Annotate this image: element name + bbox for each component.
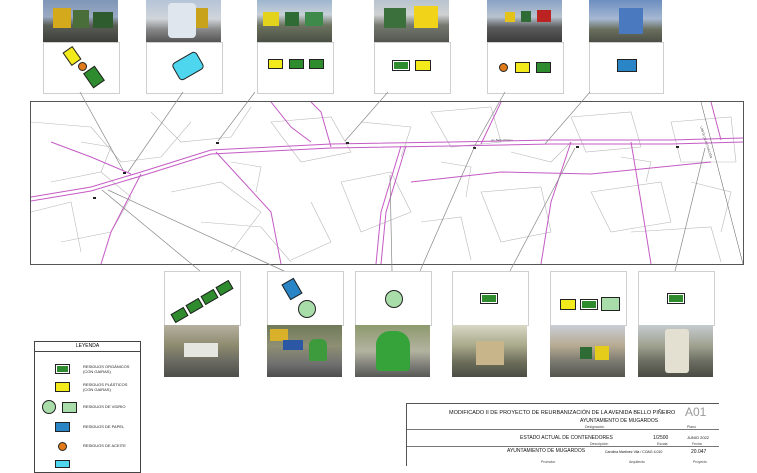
photo-bottom-6: [638, 325, 713, 377]
project-title: MODIFICADO II DE PROYECTO DE REURBANIZAC…: [449, 410, 676, 416]
legend-swatch-organic: [55, 364, 70, 374]
photo-bottom-1: [164, 325, 239, 377]
architect-label: Arquitecto: [629, 460, 645, 464]
legend-swatch-glass: [42, 400, 56, 414]
symbol-box-bottom-6: [638, 271, 715, 326]
project-label: Proyecto: [693, 460, 707, 464]
photo-bottom-3: [355, 325, 430, 377]
symbol-box-bottom-2: [267, 271, 344, 326]
legend-swatch-paper: [55, 422, 70, 432]
architect-value: Carolina Martínez Vila / COAG 4.010: [605, 450, 663, 454]
legend-title: LEYENDA: [35, 342, 140, 352]
scale-value: 1/2500: [653, 435, 669, 441]
legend-swatch-glass-box: [62, 402, 77, 413]
date-value: JUNIO 2022: [687, 435, 710, 440]
drawing-title: ESTADO ACTUAL DE CONTENEDORES: [520, 435, 613, 441]
title-block: MODIFICADO II DE PROYECTO DE REURBANIZAC…: [406, 403, 719, 466]
legend-label-oil: RESIDUOS DE ACEITE: [83, 443, 126, 448]
project-number: 20.047: [691, 449, 707, 455]
legend-swatch-plastic: [55, 382, 70, 392]
legend-label-glass: RESIDUOS DE VIDRIO: [83, 404, 126, 409]
legend: LEYENDA RESIDUOS ORGÁNICOS (CON GAIRAS) …: [34, 341, 141, 473]
symbol-box-bottom-4: [452, 271, 529, 326]
project-client: AYUNTAMIENTO DE MUGARDOS: [580, 418, 659, 424]
legend-swatch-extra: [55, 460, 70, 468]
promoter-value: AYUNTAMIENTO DE MUGARDOS: [507, 448, 586, 454]
legend-label-organic: RESIDUOS ORGÁNICOS (CON GAIRAS): [83, 364, 130, 374]
legend-label-paper: RESIDUOS DE PAPEL: [83, 424, 125, 429]
sheet-code: A01: [685, 405, 707, 419]
photo-bottom-4: [452, 325, 527, 377]
symbol-box-bottom-1: [164, 271, 241, 326]
photo-bottom-5: [550, 325, 625, 377]
symbol-box-bottom-3: [355, 271, 432, 326]
legend-swatch-oil: [58, 442, 67, 451]
symbol-box-bottom-5: [550, 271, 627, 326]
photo-bottom-2: [267, 325, 342, 377]
legend-label-plastic: RESIDUOS PLÁSTICOS (CON GAIRAS): [83, 382, 128, 392]
promoter-label: Promotor: [541, 460, 556, 464]
